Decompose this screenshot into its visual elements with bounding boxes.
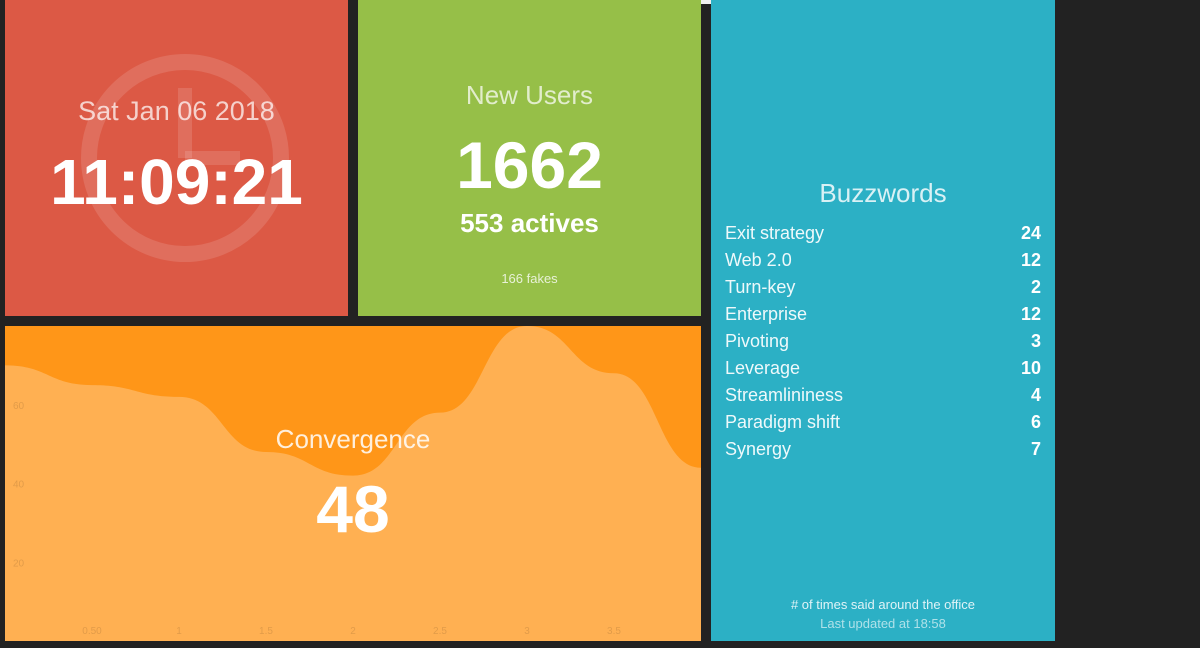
x-tick-label: 3 xyxy=(524,626,530,637)
actives-count: 553 actives xyxy=(460,208,599,238)
buzzword-label: Paradigm shift xyxy=(725,412,841,432)
buzzword-count: 12 xyxy=(1020,250,1041,270)
y-tick-label: 20 xyxy=(13,558,25,569)
buzzword-count: 6 xyxy=(1030,412,1041,432)
convergence-value: 48 xyxy=(316,472,390,546)
clock-widget: Sat Jan 06 2018 11:09:21 xyxy=(5,0,348,316)
updated-at-text: Last updated at 18:58 xyxy=(820,616,946,631)
buzzword-label: Turn-key xyxy=(725,277,796,297)
list-item: Turn-key 2 xyxy=(725,274,1041,301)
x-tick-label: 0.50 xyxy=(82,626,102,637)
convergence-widget: 20 40 60 0.50 1 1.5 2 2.5 3 3.5 Convergence 48 xyxy=(5,326,701,641)
x-tick-label: 3.5 xyxy=(607,626,621,637)
buzzword-list: Exit strategy 24 Web 2.0 12 Turn-key 2 Ente… xyxy=(725,220,1041,463)
clock-date: Sat Jan 06 2018 xyxy=(78,96,275,126)
new-users-count: 1662 xyxy=(456,128,603,202)
buzzword-label: Synergy xyxy=(725,439,792,459)
buzzword-count: 4 xyxy=(1030,385,1041,405)
x-tick-label: 2 xyxy=(350,626,356,637)
list-item: Leverage 10 xyxy=(725,355,1041,382)
new-users-widget: New Users 1662 553 actives 166 fakes xyxy=(358,0,701,316)
list-item: Exit strategy 24 xyxy=(725,220,1041,247)
buzzword-label: Streamlininess xyxy=(725,385,844,405)
fakes-count: 166 fakes xyxy=(501,271,558,286)
buzzwords-widget: Buzzwords Exit strategy 24 Web 2.0 12 Turn… xyxy=(711,0,1055,641)
list-item: Pivoting 3 xyxy=(725,328,1041,355)
dashboard: Sat Jan 06 2018 11:09:21 New Users 1662 … xyxy=(0,0,1200,648)
list-item: Paradigm shift 6 xyxy=(725,409,1041,436)
buzzword-count: 24 xyxy=(1020,223,1041,243)
widget-title: Buzzwords xyxy=(819,178,947,208)
list-item: Synergy 7 xyxy=(725,436,1041,463)
buzzword-label: Enterprise xyxy=(725,304,808,324)
buzzword-label: Leverage xyxy=(725,358,801,378)
widget-title: Convergence xyxy=(275,424,431,454)
buzzword-count: 2 xyxy=(1030,277,1041,297)
x-tick-label: 1 xyxy=(176,626,182,637)
buzzword-count: 12 xyxy=(1020,304,1041,324)
list-item: Web 2.0 12 xyxy=(725,247,1041,274)
x-tick-label: 2.5 xyxy=(433,626,447,637)
buzzword-label: Exit strategy xyxy=(725,223,825,243)
buzzword-count: 10 xyxy=(1020,358,1041,378)
buzzword-label: Web 2.0 xyxy=(725,250,792,270)
list-item: Streamlininess 4 xyxy=(725,382,1041,409)
buzzword-count: 3 xyxy=(1030,331,1041,351)
buzzword-count: 7 xyxy=(1030,439,1041,459)
x-tick-label: 1.5 xyxy=(259,626,273,637)
clock-time: 11:09:21 xyxy=(50,146,303,218)
buzzword-label: Pivoting xyxy=(725,331,790,351)
widget-title: New Users xyxy=(465,80,594,110)
more-info-text: # of times said around the office xyxy=(790,597,976,612)
list-item: Enterprise 12 xyxy=(725,301,1041,328)
y-tick-label: 60 xyxy=(13,401,25,412)
